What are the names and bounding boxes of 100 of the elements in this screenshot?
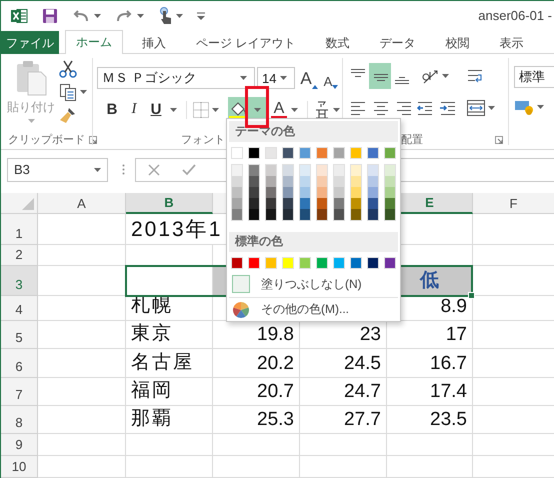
caret-icon[interactable]	[333, 108, 340, 112]
color-swatch[interactable]	[231, 146, 243, 159]
cancel-icon[interactable]	[148, 164, 160, 176]
text-orientation-icon[interactable]	[421, 68, 439, 84]
caret-icon[interactable]	[170, 108, 177, 112]
color-swatch[interactable]	[385, 164, 395, 176]
dialog-launcher-icon[interactable]	[89, 136, 97, 144]
increase-indent-icon[interactable]	[439, 99, 457, 117]
paint-bucket-icon[interactable]	[229, 100, 247, 118]
color-swatch[interactable]	[266, 176, 276, 187]
ribbon-tab[interactable]: 校閲	[430, 31, 484, 54]
ribbon-tab[interactable]: ページ レイアウト	[181, 31, 310, 54]
brush-icon[interactable]	[59, 106, 77, 124]
color-swatch[interactable]	[351, 176, 361, 187]
color-swatch[interactable]	[385, 208, 395, 220]
color-swatch[interactable]	[300, 198, 310, 209]
name-box[interactable]: B3	[7, 158, 108, 182]
color-swatch[interactable]	[385, 186, 395, 198]
caret-icon[interactable]	[94, 168, 101, 172]
color-swatch[interactable]	[384, 146, 396, 159]
wrap-text-icon[interactable]	[466, 67, 484, 85]
color-swatch[interactable]	[385, 176, 395, 187]
column-header[interactable]: A	[38, 193, 126, 214]
color-swatch[interactable]	[283, 164, 293, 176]
color-swatch[interactable]	[299, 146, 311, 159]
menu-item[interactable]: その他の色(M)...	[227, 298, 400, 321]
font-size-field[interactable]: 14	[257, 67, 295, 89]
color-swatch[interactable]	[333, 146, 345, 159]
color-swatch[interactable]	[334, 164, 344, 176]
row-header[interactable]: 10	[1, 456, 38, 478]
caret-icon[interactable]	[442, 74, 449, 78]
color-swatch[interactable]	[351, 198, 361, 209]
color-swatch[interactable]	[350, 257, 362, 270]
underline-button[interactable]: U	[145, 98, 167, 120]
caret-icon[interactable]	[280, 76, 287, 80]
check-icon[interactable]	[182, 164, 196, 176]
color-swatch[interactable]	[367, 146, 379, 159]
caret-icon[interactable]	[488, 106, 495, 110]
caret-icon[interactable]	[212, 108, 219, 112]
column-header[interactable]: B	[126, 193, 213, 214]
row-header[interactable]: 6	[1, 349, 38, 378]
column-header[interactable]: F	[473, 193, 554, 214]
color-swatch[interactable]	[334, 186, 344, 198]
color-swatch[interactable]	[232, 164, 242, 176]
row-header[interactable]: 4	[1, 296, 38, 321]
color-swatch[interactable]	[232, 198, 242, 209]
color-swatch[interactable]	[232, 176, 242, 187]
caret-icon[interactable]	[254, 108, 260, 112]
color-swatch[interactable]	[299, 257, 311, 270]
row-header[interactable]: 5	[1, 321, 38, 349]
ribbon-tab[interactable]: データ	[364, 31, 430, 54]
color-swatch[interactable]	[266, 208, 276, 220]
caret-icon[interactable]	[537, 105, 544, 109]
color-swatch[interactable]	[350, 146, 362, 159]
save-icon[interactable]	[42, 8, 58, 24]
color-swatch[interactable]	[351, 208, 361, 220]
color-swatch[interactable]	[333, 257, 345, 270]
select-all-icon[interactable]	[22, 198, 34, 210]
redo-icon[interactable]	[115, 8, 133, 22]
caret-icon[interactable]	[137, 14, 144, 18]
shrink-font-button[interactable]: A	[321, 67, 341, 89]
row-header[interactable]: 7	[1, 378, 38, 406]
undo-icon[interactable]	[72, 8, 90, 22]
currency-icon[interactable]	[514, 99, 534, 115]
menu-item[interactable]: 塗りつぶしなし(N)	[227, 273, 400, 296]
color-swatch[interactable]	[300, 164, 310, 176]
caret-icon[interactable]	[240, 76, 247, 80]
color-swatch[interactable]	[249, 208, 259, 220]
color-swatch[interactable]	[368, 198, 378, 209]
color-swatch[interactable]	[316, 257, 328, 270]
caret-icon[interactable]	[291, 108, 298, 112]
color-swatch[interactable]	[384, 257, 396, 270]
color-swatch[interactable]	[249, 176, 259, 187]
font-name-field[interactable]: ＭＳ Ｐゴシック	[97, 67, 255, 89]
scissors-icon[interactable]	[59, 60, 77, 78]
row-header[interactable]: 8	[1, 406, 38, 434]
row-header[interactable]: 1	[1, 214, 38, 245]
decrease-indent-icon[interactable]	[416, 99, 434, 117]
color-swatch[interactable]	[351, 164, 361, 176]
color-swatch[interactable]	[385, 198, 395, 209]
color-swatch[interactable]	[300, 208, 310, 220]
customize-icon[interactable]	[197, 12, 205, 20]
dialog-launcher-icon[interactable]	[495, 136, 503, 144]
color-swatch[interactable]	[249, 198, 259, 209]
color-swatch[interactable]	[248, 257, 260, 270]
color-swatch[interactable]	[282, 146, 294, 159]
color-swatch[interactable]	[317, 208, 327, 220]
bold-button[interactable]: B	[101, 98, 123, 120]
color-swatch[interactable]	[232, 208, 242, 220]
color-swatch[interactable]	[232, 186, 242, 198]
color-swatch[interactable]	[317, 176, 327, 187]
color-swatch[interactable]	[351, 186, 361, 198]
color-swatch[interactable]	[317, 164, 327, 176]
number-format-field[interactable]: 標準	[514, 66, 554, 88]
color-swatch[interactable]	[283, 176, 293, 187]
caret-icon[interactable]	[94, 14, 101, 18]
color-swatch[interactable]	[317, 186, 327, 198]
align-right-icon[interactable]	[395, 99, 413, 117]
color-swatch[interactable]	[368, 176, 378, 187]
color-swatch[interactable]	[317, 198, 327, 209]
